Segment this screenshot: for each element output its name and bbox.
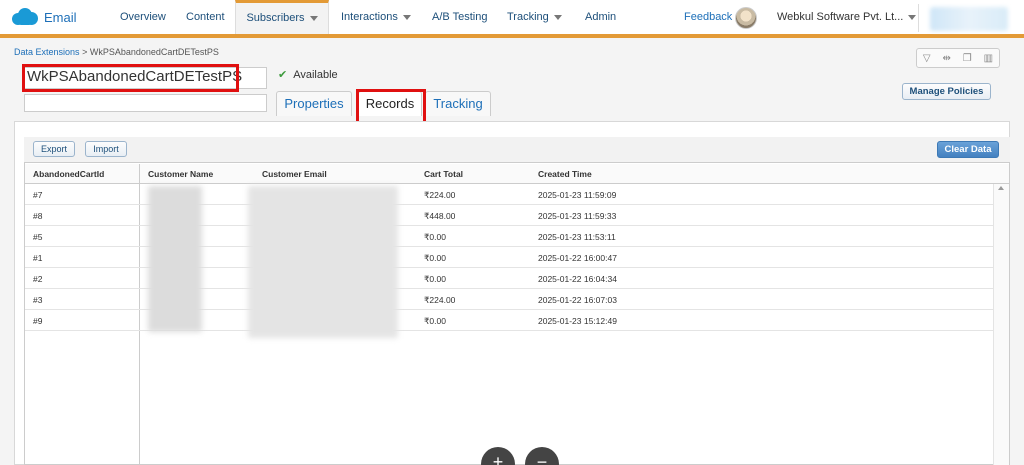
nav-interactions[interactable]: Interactions — [341, 0, 411, 34]
nav-admin[interactable]: Admin — [585, 0, 616, 34]
swap-icon[interactable]: ⇹ — [942, 53, 950, 64]
app-brand[interactable]: Email — [12, 8, 77, 26]
redacted-user-area — [930, 7, 1008, 31]
app-title: Email — [44, 9, 77, 25]
cell-cart-total: ₹0.00 — [424, 316, 446, 326]
org-switcher[interactable]: Webkul Software Pvt. Lt... — [777, 0, 917, 34]
tab-properties[interactable]: Properties — [276, 91, 352, 116]
caret-down-icon — [553, 14, 562, 20]
extension-description-field[interactable] — [24, 94, 267, 112]
export-button[interactable]: Export — [33, 141, 75, 157]
cell-cart-total: ₹224.00 — [424, 295, 456, 305]
cell-id: #3 — [33, 295, 43, 305]
filter-icon[interactable]: ▽ — [923, 53, 931, 64]
column-header-abandoned-cart-id[interactable]: AbandonedCartId — [33, 169, 104, 179]
clear-data-button[interactable]: Clear Data — [937, 141, 999, 158]
cell-cart-total: ₹0.00 — [424, 253, 446, 263]
tab-tracking[interactable]: Tracking — [425, 91, 491, 116]
feedback-link[interactable]: Feedback — [684, 0, 732, 34]
cell-created-time: 2025-01-23 11:53:11 — [538, 232, 616, 242]
trash-icon[interactable]: ▥ — [984, 53, 993, 64]
breadcrumb-separator: > — [82, 47, 88, 57]
column-header-created-time[interactable]: Created Time — [538, 169, 592, 179]
breadcrumb-parent[interactable]: Data Extensions — [14, 47, 80, 57]
grid-scrollbar[interactable] — [993, 184, 1009, 465]
column-header-customer-email[interactable]: Customer Email — [262, 169, 327, 179]
org-name: Webkul Software Pvt. Lt... — [777, 11, 904, 23]
cell-id: #1 — [33, 253, 43, 263]
cell-id: #5 — [33, 232, 43, 242]
check-icon: ✔ — [278, 69, 288, 81]
cell-created-time: 2025-01-22 16:07:03 — [538, 295, 617, 305]
nav-content[interactable]: Content — [186, 0, 225, 34]
nav-subscribers-label: Subscribers — [246, 12, 305, 24]
record-tools: ▽ ⇹ ❐ ▥ — [916, 48, 1000, 68]
redacted-customer-names — [148, 186, 202, 332]
nav-overview[interactable]: Overview — [120, 0, 166, 34]
caret-down-icon — [309, 15, 318, 21]
cell-id: #9 — [33, 316, 43, 326]
cell-cart-total: ₹0.00 — [424, 274, 446, 284]
salesforce-cloud-icon — [12, 8, 38, 26]
cell-id: #8 — [33, 211, 43, 221]
records-tab-highlight-box — [356, 89, 426, 125]
cell-id: #2 — [33, 274, 43, 284]
top-navigation: Email Overview Content Subscribers Inter… — [0, 0, 1024, 38]
status-indicator: ✔ Available — [278, 68, 338, 81]
nav-interactions-label: Interactions — [341, 11, 398, 23]
nav-tracking[interactable]: Tracking — [507, 0, 562, 34]
grid-toolbar — [24, 137, 1010, 163]
copy-icon[interactable]: ❐ — [963, 53, 972, 64]
nav-ab-testing[interactable]: A/B Testing — [432, 0, 487, 34]
nav-divider — [918, 4, 919, 32]
cell-created-time: 2025-01-23 11:59:09 — [538, 190, 617, 200]
cell-id: #7 — [33, 190, 43, 200]
breadcrumb: Data Extensions > WkPSAbandonedCartDETes… — [14, 47, 219, 57]
status-text: Available — [293, 69, 338, 81]
breadcrumb-current: WkPSAbandonedCartDETestPS — [89, 47, 219, 57]
cell-cart-total: ₹224.00 — [424, 190, 456, 200]
manage-policies-button[interactable]: Manage Policies — [902, 83, 991, 100]
cell-created-time: 2025-01-22 16:00:47 — [538, 253, 617, 263]
cell-cart-total: ₹448.00 — [424, 211, 456, 221]
scroll-up-icon[interactable] — [998, 186, 1004, 190]
avatar[interactable] — [735, 7, 757, 29]
cell-created-time: 2025-01-23 11:59:33 — [538, 211, 617, 221]
caret-down-icon — [402, 14, 411, 20]
name-highlight-box — [22, 64, 239, 92]
caret-down-icon — [908, 14, 917, 20]
nav-tracking-label: Tracking — [507, 11, 549, 23]
nav-subscribers[interactable]: Subscribers — [235, 0, 329, 34]
column-header-customer-name[interactable]: Customer Name — [148, 169, 213, 179]
redacted-customer-emails — [248, 186, 398, 338]
column-header-cart-total[interactable]: Cart Total — [424, 169, 463, 179]
cell-created-time: 2025-01-22 16:04:34 — [538, 274, 617, 284]
cell-created-time: 2025-01-23 15:12:49 — [538, 316, 617, 326]
import-button[interactable]: Import — [85, 141, 127, 157]
cell-cart-total: ₹0.00 — [424, 232, 446, 242]
